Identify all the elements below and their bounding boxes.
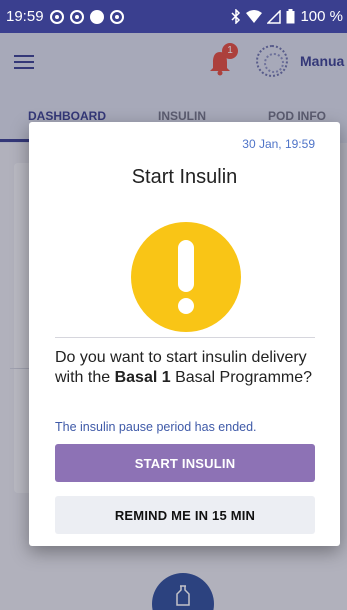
dialog-sub-message: The insulin pause period has ended. — [55, 420, 257, 434]
notification-dot-icon — [89, 9, 104, 24]
dialog-divider — [55, 337, 315, 338]
notification-ring-icon-3 — [109, 9, 124, 24]
status-left: 19:59 — [6, 8, 124, 25]
dialog-title: Start Insulin — [131, 166, 238, 188]
message-text-post: Basal Programme? — [170, 369, 313, 386]
signal-icon — [267, 9, 282, 24]
status-right: 100 % — [231, 8, 343, 25]
wifi-icon — [246, 9, 263, 23]
battery-icon — [286, 9, 295, 24]
start-insulin-dialog: 30 Jan, 19:59 Start Insulin Do you want … — [29, 122, 340, 546]
notification-ring-icon — [49, 9, 64, 24]
battery-percent: 100 % — [300, 8, 343, 25]
alert-icon — [131, 222, 241, 332]
status-time: 19:59 — [6, 8, 44, 25]
status-bar: 19:59 100 % — [0, 0, 347, 33]
bluetooth-icon — [231, 9, 241, 24]
remind-later-button[interactable]: REMIND ME IN 15 MIN — [55, 496, 315, 534]
notification-ring-icon-2 — [69, 9, 84, 24]
start-insulin-button[interactable]: START INSULIN — [55, 444, 315, 482]
dialog-message: Do you want to start insulin delivery wi… — [55, 348, 325, 388]
message-basal-name: Basal 1 — [114, 369, 171, 386]
dialog-timestamp: 30 Jan, 19:59 — [242, 137, 315, 151]
